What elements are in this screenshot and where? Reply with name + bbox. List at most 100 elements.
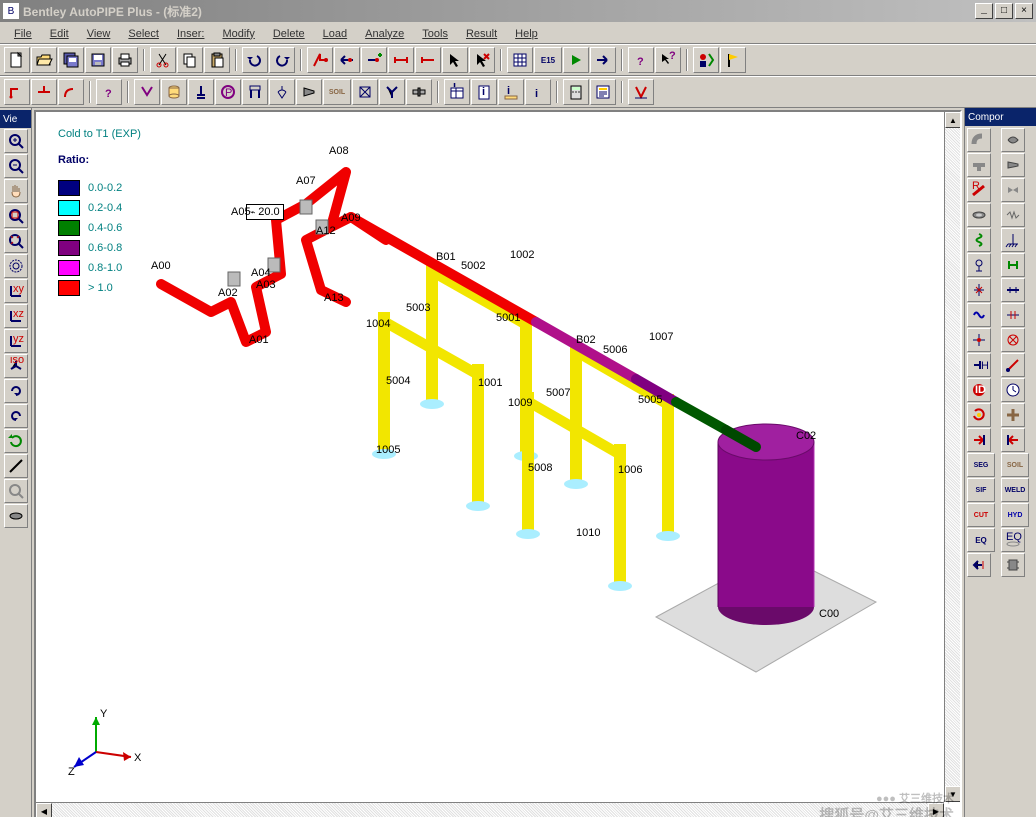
wizard-icon[interactable] bbox=[693, 47, 719, 73]
menu-help[interactable]: Help bbox=[507, 24, 546, 42]
cross-icon[interactable] bbox=[1001, 328, 1025, 352]
cylinder-icon[interactable] bbox=[161, 79, 187, 105]
redo-icon[interactable] bbox=[269, 47, 295, 73]
report-icon[interactable] bbox=[590, 79, 616, 105]
arrow-to-icon[interactable] bbox=[967, 428, 991, 452]
seg-icon[interactable]: SEG bbox=[967, 453, 995, 477]
open-icon[interactable] bbox=[31, 47, 57, 73]
pipe-tee-icon[interactable] bbox=[31, 79, 57, 105]
tee3-icon[interactable] bbox=[1001, 403, 1025, 427]
flag-icon[interactable] bbox=[720, 47, 746, 73]
menu-view[interactable]: View bbox=[79, 24, 119, 42]
menu-file[interactable]: File bbox=[6, 24, 40, 42]
clock-icon[interactable] bbox=[1001, 378, 1025, 402]
new-icon[interactable] bbox=[4, 47, 30, 73]
line-icon[interactable] bbox=[4, 454, 28, 478]
info-i-icon[interactable]: i bbox=[525, 79, 551, 105]
flange-icon[interactable] bbox=[406, 79, 432, 105]
pan-icon[interactable] bbox=[4, 179, 28, 203]
hyd-icon[interactable]: HYD bbox=[1001, 503, 1029, 527]
goto-icon[interactable] bbox=[590, 47, 616, 73]
menu-result[interactable]: Result bbox=[458, 24, 505, 42]
zoom-out-icon[interactable] bbox=[4, 154, 28, 178]
support-icon[interactable] bbox=[188, 79, 214, 105]
scroll-down-button[interactable]: ▼ bbox=[945, 786, 961, 802]
zoom-all-icon[interactable] bbox=[4, 254, 28, 278]
menu-analyze[interactable]: Analyze bbox=[357, 24, 412, 42]
rotating-icon[interactable] bbox=[1001, 303, 1025, 327]
axis-xz-icon[interactable]: xz bbox=[4, 304, 28, 328]
axis-yz-icon[interactable]: yz bbox=[4, 329, 28, 353]
copy-icon[interactable] bbox=[177, 47, 203, 73]
horizontal-scrollbar[interactable]: ◀ ▶ bbox=[36, 802, 944, 817]
rotating2-icon[interactable] bbox=[967, 403, 991, 427]
select-point-icon[interactable] bbox=[307, 47, 333, 73]
branch-icon[interactable] bbox=[379, 79, 405, 105]
component-icon[interactable] bbox=[4, 504, 28, 528]
scroll-track-h[interactable] bbox=[52, 803, 928, 817]
paste-icon[interactable] bbox=[204, 47, 230, 73]
cut-icon[interactable] bbox=[150, 47, 176, 73]
slash-icon[interactable] bbox=[1001, 353, 1025, 377]
axis-iso-icon[interactable]: iso bbox=[4, 354, 28, 378]
help-icon[interactable]: ? bbox=[628, 47, 654, 73]
decrement-icon[interactable] bbox=[967, 553, 991, 577]
menu-load[interactable]: Load bbox=[315, 24, 355, 42]
print-icon[interactable] bbox=[112, 47, 138, 73]
valve-v-icon[interactable] bbox=[134, 79, 160, 105]
arrow-icon[interactable] bbox=[442, 47, 468, 73]
eq2-icon[interactable]: EQ bbox=[1001, 528, 1025, 552]
save-icon[interactable] bbox=[85, 47, 111, 73]
beam-icon[interactable]: R bbox=[967, 178, 991, 202]
close-button[interactable]: × bbox=[1015, 3, 1033, 19]
reducer-icon[interactable] bbox=[296, 79, 322, 105]
rotate-cw-icon[interactable] bbox=[4, 379, 28, 403]
id-icon[interactable]: ID bbox=[967, 378, 991, 402]
whats-this-icon[interactable]: ? bbox=[655, 47, 681, 73]
restraint-h-icon[interactable]: H bbox=[967, 353, 991, 377]
zoom-in-icon[interactable] bbox=[4, 129, 28, 153]
scroll-up-button[interactable]: ▲ bbox=[945, 112, 961, 128]
model-viewport[interactable]: Cold to T1 (EXP) Ratio: 0.0-0.2 0.2-0.4 … bbox=[34, 110, 962, 817]
reducer-comp-icon[interactable] bbox=[1001, 153, 1025, 177]
menu-tools[interactable]: Tools bbox=[414, 24, 456, 42]
guide-icon[interactable] bbox=[967, 253, 991, 277]
select-add-icon[interactable] bbox=[361, 47, 387, 73]
menu-modify[interactable]: Modify bbox=[214, 24, 262, 42]
analyze-v-icon[interactable] bbox=[628, 79, 654, 105]
soil-icon[interactable]: SOIL bbox=[323, 79, 351, 105]
offset-icon[interactable] bbox=[967, 328, 991, 352]
refresh-icon[interactable] bbox=[4, 429, 28, 453]
soil2-icon[interactable]: SOIL bbox=[1001, 453, 1029, 477]
menu-insert[interactable]: Inser: bbox=[169, 24, 213, 42]
menu-select[interactable]: Select bbox=[120, 24, 167, 42]
undo-icon[interactable] bbox=[242, 47, 268, 73]
select-single-icon[interactable] bbox=[415, 47, 441, 73]
rotate-ccw-icon[interactable] bbox=[4, 404, 28, 428]
sif-icon[interactable]: SIF bbox=[967, 478, 995, 502]
arrow-back-icon[interactable] bbox=[1001, 428, 1025, 452]
calc-icon[interactable] bbox=[563, 79, 589, 105]
zoom-prev-icon[interactable] bbox=[4, 479, 28, 503]
select-prev-icon[interactable] bbox=[334, 47, 360, 73]
weld-icon[interactable]: WELD bbox=[1001, 478, 1029, 502]
rigid-icon[interactable] bbox=[1001, 278, 1025, 302]
pipe-run-icon[interactable] bbox=[4, 79, 30, 105]
pipe-bend-icon[interactable] bbox=[58, 79, 84, 105]
zoom-rect-icon[interactable] bbox=[4, 204, 28, 228]
nozzle-icon[interactable] bbox=[967, 303, 991, 327]
info-bar-icon[interactable]: i bbox=[498, 79, 524, 105]
menu-edit[interactable]: Edit bbox=[42, 24, 77, 42]
save-all-icon[interactable] bbox=[58, 47, 84, 73]
flange2-icon[interactable] bbox=[967, 203, 991, 227]
anchor-icon[interactable]: P bbox=[215, 79, 241, 105]
tee-comp-icon[interactable] bbox=[967, 153, 991, 177]
play-icon[interactable] bbox=[563, 47, 589, 73]
flex-icon[interactable] bbox=[967, 278, 991, 302]
info-grid-icon[interactable]: i bbox=[444, 79, 470, 105]
maximize-button[interactable]: □ bbox=[995, 3, 1013, 19]
scroll-right-button[interactable]: ▶ bbox=[928, 803, 944, 817]
info-sheet-icon[interactable]: i bbox=[471, 79, 497, 105]
zoom-ext-icon[interactable] bbox=[4, 229, 28, 253]
nozzle2-icon[interactable] bbox=[1001, 553, 1025, 577]
